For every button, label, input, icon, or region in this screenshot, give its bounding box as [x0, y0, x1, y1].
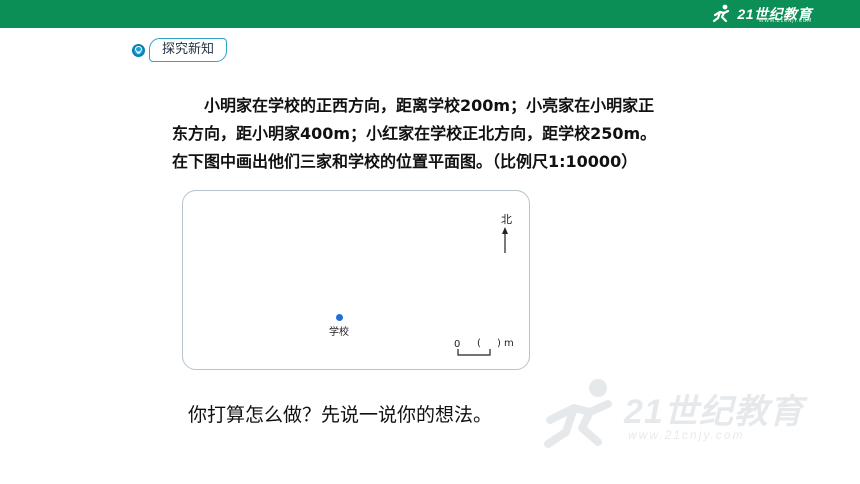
watermark: 21世纪教育 www.21cnjy.com: [540, 376, 840, 456]
runner-logo-icon: [713, 4, 730, 23]
scale-bar: [457, 349, 491, 356]
watermark-text: 21世纪教育: [624, 393, 804, 431]
lightbulb-icon: [132, 43, 145, 57]
section-tag-label: 探究新知: [149, 38, 228, 62]
school-point: [336, 314, 343, 321]
problem-statement: 小明家在学校的正西方向，距离学校200m；小亮家在小明家正 东方向，距小明家40…: [172, 92, 732, 176]
header-bar: 21世纪教育 WWW.21CNJY.COM: [0, 0, 860, 28]
scale-blank-right: ): [497, 338, 501, 349]
runner-watermark-icon: [544, 379, 612, 448]
problem-line-1: 小明家在学校的正西方向，距离学校200m；小亮家在小明家正: [204, 96, 655, 115]
brand-logo: 21世纪教育 WWW.21CNJY.COM: [711, 3, 812, 25]
section-tag: 探究新知: [132, 38, 228, 62]
north-label: 北: [501, 213, 512, 226]
problem-line-3: 在下图中画出他们三家和学校的位置平面图。（比例尺1:10000）: [172, 152, 638, 171]
map-diagram: 北 学校 0 ( ) m: [182, 190, 530, 370]
brand-logo-url: WWW.21CNJY.COM: [758, 18, 812, 24]
prompt-question: 你打算怎么做？先说一说你的想法。: [188, 404, 493, 426]
school-label: 学校: [329, 327, 349, 338]
watermark-url: www.21cnjy.com: [628, 428, 745, 442]
problem-line-2: 东方向，距小明家400m；小红家在学校正北方向，距学校250m。: [172, 124, 657, 143]
scale-unit-label: m: [504, 338, 514, 349]
north-arrow-icon: [502, 227, 508, 253]
